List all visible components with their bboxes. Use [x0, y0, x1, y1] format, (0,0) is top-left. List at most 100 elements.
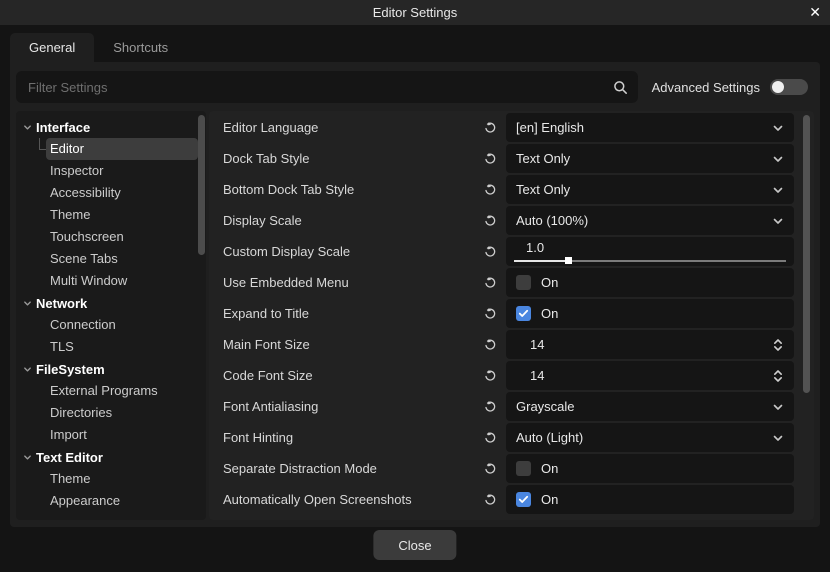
checkbox[interactable]	[516, 275, 531, 290]
tree-item[interactable]: Inspector	[46, 160, 198, 182]
settings-row: Bottom Dock Tab Style Text Only	[209, 174, 814, 205]
tree-item[interactable]: Directories	[46, 402, 198, 424]
updown-icon[interactable]	[772, 338, 784, 352]
tree-item[interactable]: Accessibility	[46, 182, 198, 204]
tree-item-label: Inspector	[50, 163, 104, 178]
tab-label: General	[29, 40, 76, 55]
setting-label-area: Font Antialiasing	[209, 391, 506, 422]
checkbox-row[interactable]: On	[506, 268, 794, 297]
settings-row: Code Font Size 14	[209, 360, 814, 391]
filter-row: Advanced Settings	[16, 71, 814, 103]
tree-section[interactable]: Network	[16, 292, 206, 314]
setting-label: Separate Distraction Mode	[223, 461, 377, 476]
revert-icon[interactable]	[483, 493, 497, 507]
checkbox-row[interactable]: On	[506, 454, 794, 483]
setting-label-area: Font Hinting	[209, 422, 506, 453]
revert-icon[interactable]	[483, 152, 497, 166]
settings-list: Editor Language [en] English Dock Tab St…	[209, 112, 814, 515]
title-bar: Editor Settings ✕	[0, 0, 830, 25]
tree-section[interactable]: FileSystem	[16, 358, 206, 380]
tree-item[interactable]: Editor	[46, 138, 198, 160]
tab-label: Shortcuts	[113, 40, 169, 55]
revert-icon[interactable]	[483, 431, 497, 445]
dropdown[interactable]: Text Only	[506, 175, 794, 204]
tree-item[interactable]: Appearance	[46, 490, 198, 512]
tree-item[interactable]: Multi Window	[46, 270, 198, 292]
tree-item[interactable]: TLS	[46, 336, 198, 358]
search-input[interactable]	[26, 78, 605, 96]
slider-handle[interactable]	[565, 257, 573, 264]
settings-list-panel: Editor Language [en] English Dock Tab St…	[209, 111, 814, 520]
tree-relationship-line	[39, 138, 46, 150]
tree-item[interactable]: Theme	[46, 468, 198, 490]
tree-item[interactable]: Theme	[46, 204, 198, 226]
search-box[interactable]	[16, 71, 638, 103]
tree-section[interactable]: Interface	[16, 116, 206, 138]
tree-section[interactable]: Text Editor	[16, 446, 206, 468]
slider-value: 1.0	[526, 240, 545, 255]
revert-icon[interactable]	[483, 338, 497, 352]
chevron-down-icon	[23, 123, 32, 132]
checkbox[interactable]	[516, 492, 531, 507]
search-icon	[613, 80, 628, 95]
setting-label: Code Font Size	[223, 368, 313, 383]
revert-icon[interactable]	[483, 183, 497, 197]
tree-item[interactable]: Connection	[46, 314, 198, 336]
tree-scrollbar-thumb[interactable]	[198, 115, 205, 255]
tree-item[interactable]: Import	[46, 424, 198, 446]
revert-icon[interactable]	[483, 462, 497, 476]
dropdown[interactable]: Text Only	[506, 144, 794, 173]
tab-bar: General Shortcuts	[10, 33, 187, 62]
tree-item-label: Connection	[50, 317, 116, 332]
tree-section-label: Interface	[36, 119, 91, 135]
checkbox-row[interactable]: On	[506, 299, 794, 328]
close-button[interactable]: Close	[373, 530, 457, 560]
updown-icon[interactable]	[772, 369, 784, 383]
settings-row: Main Font Size 14	[209, 329, 814, 360]
checkbox[interactable]	[516, 306, 531, 321]
revert-icon[interactable]	[483, 245, 497, 259]
setting-label-area: Editor Language	[209, 112, 506, 143]
revert-icon[interactable]	[483, 400, 497, 414]
chevron-down-icon	[772, 432, 784, 444]
tree-section-label: Network	[36, 295, 88, 311]
dropdown[interactable]: Grayscale	[506, 392, 794, 421]
settings-scrollbar-thumb[interactable]	[803, 115, 810, 393]
slider-track[interactable]	[514, 257, 786, 264]
close-icon[interactable]: ✕	[809, 0, 821, 25]
setting-label-area: Main Font Size	[209, 329, 506, 360]
tree-item[interactable]: Scene Tabs	[46, 248, 198, 270]
dropdown[interactable]: [en] English	[506, 113, 794, 142]
tree-item-label: Editor	[50, 141, 84, 156]
setting-label: Bottom Dock Tab Style	[223, 182, 355, 197]
slider[interactable]: 1.0	[506, 237, 794, 266]
chevron-down-icon	[23, 299, 32, 308]
spinbox[interactable]: 14	[506, 330, 794, 359]
setting-label-area: Bottom Dock Tab Style	[209, 174, 506, 205]
spinbox[interactable]: 14	[506, 361, 794, 390]
revert-icon[interactable]	[483, 276, 497, 290]
advanced-settings-toggle[interactable]	[770, 79, 808, 95]
chevron-down-icon	[772, 215, 784, 227]
tree-item[interactable]: Touchscreen	[46, 226, 198, 248]
setting-label: Editor Language	[223, 120, 319, 135]
revert-icon[interactable]	[483, 121, 497, 135]
settings-row: Expand to Title On	[209, 298, 814, 329]
spinbox-value: 14	[530, 337, 545, 352]
checkbox[interactable]	[516, 461, 531, 476]
revert-icon[interactable]	[483, 369, 497, 383]
setting-label-area: Expand to Title	[209, 298, 506, 329]
dropdown[interactable]: Auto (100%)	[506, 206, 794, 235]
tree-item[interactable]: External Programs	[46, 380, 198, 402]
dropdown-value: Grayscale	[516, 399, 575, 414]
setting-label-area: Dock Tab Style	[209, 143, 506, 174]
tab-general[interactable]: General	[10, 33, 95, 62]
setting-label: Expand to Title	[223, 306, 309, 321]
checkbox-row[interactable]: On	[506, 485, 794, 514]
revert-icon[interactable]	[483, 214, 497, 228]
dropdown[interactable]: Auto (Light)	[506, 423, 794, 452]
setting-label-area: Separate Distraction Mode	[209, 453, 506, 484]
tab-shortcuts[interactable]: Shortcuts	[94, 33, 187, 62]
revert-icon[interactable]	[483, 307, 497, 321]
slider-fill	[514, 260, 569, 262]
